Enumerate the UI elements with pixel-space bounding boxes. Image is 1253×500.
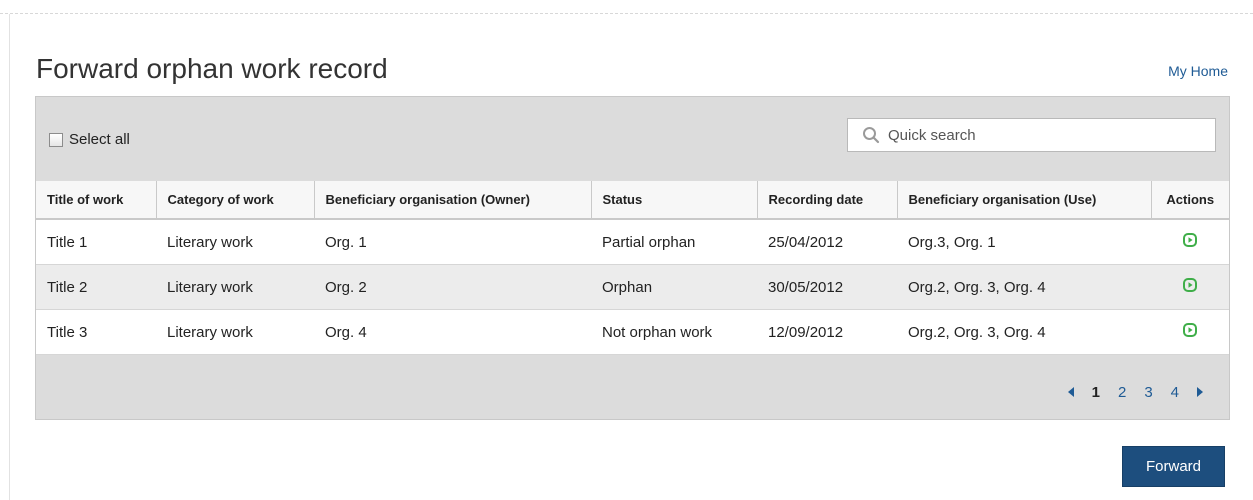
cell-actions xyxy=(1151,219,1229,265)
left-divider xyxy=(9,14,10,500)
search-input[interactable] xyxy=(888,126,1215,144)
search-icon xyxy=(854,119,888,151)
cell-category: Literary work xyxy=(156,219,314,265)
play-circle-icon[interactable] xyxy=(1183,233,1197,247)
caret-right-icon xyxy=(1197,387,1203,397)
cell-category: Literary work xyxy=(156,309,314,355)
column-header-status[interactable]: Status xyxy=(591,181,758,220)
column-header-use-organisation[interactable]: Beneficiary organisation (Use) xyxy=(897,181,1152,220)
table-row[interactable]: Title 1 Literary work Org. 1 Partial orp… xyxy=(36,219,1229,265)
my-home-link[interactable]: My Home xyxy=(1168,63,1228,79)
records-panel: Select all Title of work Category of wor… xyxy=(35,96,1230,420)
play-circle-icon[interactable] xyxy=(1183,323,1197,337)
select-all-control[interactable]: Select all xyxy=(49,131,130,148)
cell-use-organisation: Org.2, Org. 3, Org. 4 xyxy=(897,309,1151,355)
page-link-4[interactable]: 4 xyxy=(1171,385,1179,401)
cell-actions xyxy=(1151,264,1229,310)
column-header-owner-organisation[interactable]: Beneficiary organisation (Owner) xyxy=(314,181,592,220)
table-row[interactable]: Title 3 Literary work Org. 4 Not orphan … xyxy=(36,309,1229,355)
cell-actions xyxy=(1151,309,1229,355)
quick-search-box[interactable] xyxy=(847,118,1216,152)
table-row[interactable]: Title 2 Literary work Org. 2 Orphan 30/0… xyxy=(36,264,1229,310)
cell-category: Literary work xyxy=(156,264,314,310)
cell-owner-organisation: Org. 2 xyxy=(314,264,591,310)
caret-left-icon xyxy=(1067,387,1074,397)
select-all-label: Select all xyxy=(69,131,130,148)
top-divider xyxy=(0,13,1253,14)
cell-title: Title 2 xyxy=(36,264,156,310)
cell-status: Partial orphan xyxy=(591,219,757,265)
pagination: 1 2 3 4 xyxy=(1050,385,1203,401)
forward-button[interactable]: Forward xyxy=(1122,446,1225,487)
cell-recording-date: 12/09/2012 xyxy=(757,309,897,355)
page-title: Forward orphan work record xyxy=(36,53,388,84)
next-page-button[interactable] xyxy=(1197,385,1203,401)
play-circle-icon[interactable] xyxy=(1183,278,1197,292)
cell-owner-organisation: Org. 4 xyxy=(314,309,591,355)
cell-owner-organisation: Org. 1 xyxy=(314,219,591,265)
page-link-2[interactable]: 2 xyxy=(1118,385,1126,401)
table-toolbar: Select all xyxy=(36,97,1229,181)
cell-title: Title 3 xyxy=(36,309,156,355)
cell-use-organisation: Org.3, Org. 1 xyxy=(897,219,1151,265)
column-header-category[interactable]: Category of work xyxy=(156,181,315,220)
cell-status: Not orphan work xyxy=(591,309,757,355)
cell-status: Orphan xyxy=(591,264,757,310)
cell-title: Title 1 xyxy=(36,219,156,265)
cell-use-organisation: Org.2, Org. 3, Org. 4 xyxy=(897,264,1151,310)
page-link-3[interactable]: 3 xyxy=(1144,385,1152,401)
column-header-title[interactable]: Title of work xyxy=(36,181,157,220)
previous-page-button[interactable] xyxy=(1067,385,1074,401)
column-header-recording-date[interactable]: Recording date xyxy=(757,181,898,220)
page-link-1[interactable]: 1 xyxy=(1092,385,1100,401)
cell-recording-date: 30/05/2012 xyxy=(757,264,897,310)
column-header-actions: Actions xyxy=(1151,181,1229,220)
select-all-checkbox[interactable] xyxy=(49,132,63,147)
table-header-row: Title of work Category of work Beneficia… xyxy=(36,181,1229,220)
cell-recording-date: 25/04/2012 xyxy=(757,219,897,265)
records-table: Title of work Category of work Beneficia… xyxy=(36,181,1229,355)
